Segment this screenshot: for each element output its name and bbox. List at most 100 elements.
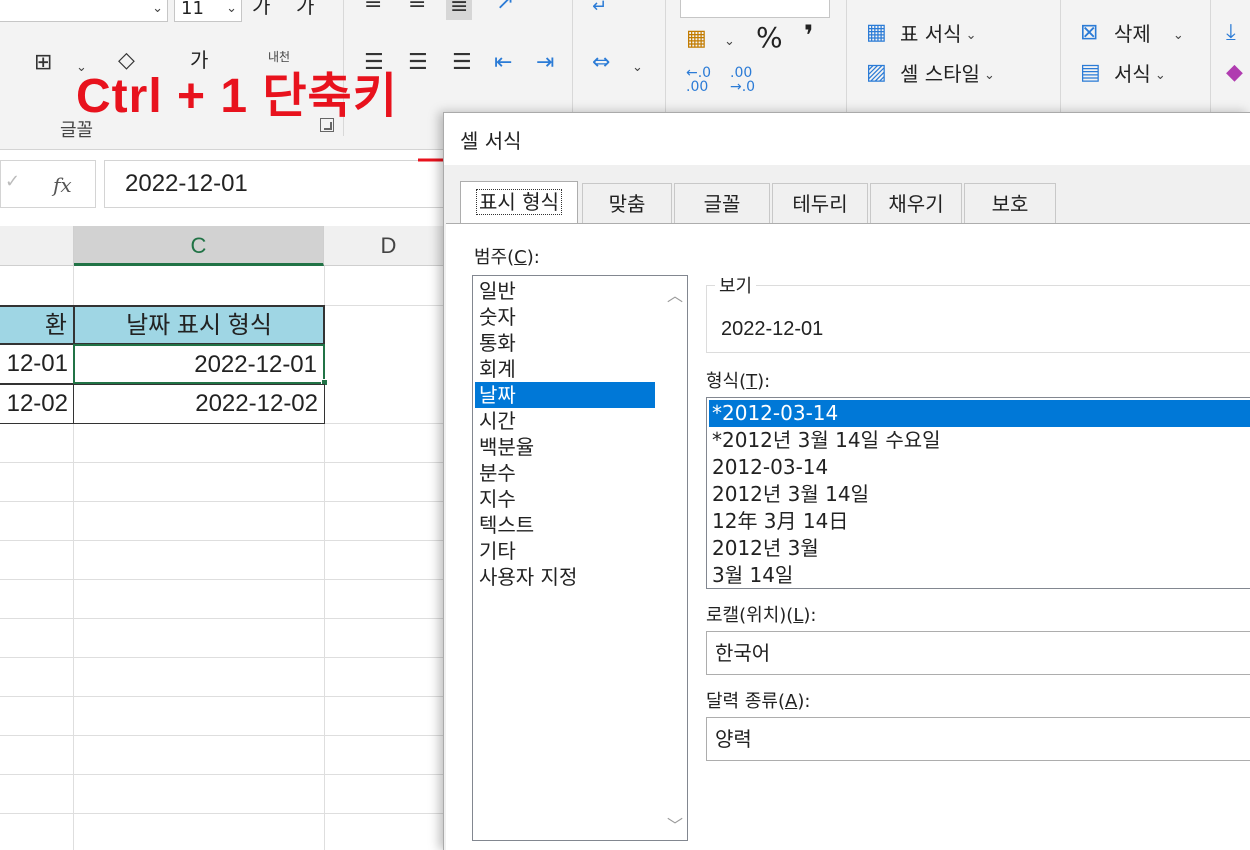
category-list[interactable]: 일반 숫자 통화 회계 날짜 시간 백분율 분수 지수 텍스트 기타 사용자 지… [472,275,688,841]
tab-label: 보호 [991,192,1029,216]
grid-line [0,657,445,658]
align-top-icon[interactable]: ≡ [364,0,382,14]
table-header-cell[interactable]: 환 [0,305,75,345]
tab-number[interactable]: 표시 형식 [460,181,578,225]
column-header-d[interactable]: D [324,226,445,266]
decrease-indent-icon[interactable]: ⇤ [494,52,512,74]
sum-icon[interactable]: ⤓ [1226,22,1236,44]
tab-alignment[interactable]: 맞춤 [582,183,672,225]
category-item-selected[interactable]: 날짜 [475,382,655,408]
category-item[interactable]: 숫자 [475,304,655,330]
selected-cell[interactable]: 2022-12-01 [73,344,325,384]
calendar-label-key: A [784,691,798,712]
align-center-icon[interactable]: ☰ [408,52,428,74]
accounting-format-icon[interactable]: ▦ [686,28,707,50]
format-item[interactable]: 2012년 3월 14일 [709,481,1250,508]
column-headers: C D [0,226,445,266]
dialog-titlebar[interactable]: 셀 서식 [444,113,1250,165]
cell-style-icon[interactable]: ▨ [866,62,887,84]
tab-border[interactable]: 테두리 [772,183,868,225]
category-item[interactable]: 사용자 지정 [475,564,655,590]
format-label-key: T [746,371,758,392]
grid-line [0,462,445,463]
format-as-table-label: 표 서식 [900,22,962,46]
tab-font[interactable]: 글꼴 [674,183,770,225]
category-item[interactable]: 지수 [475,486,655,512]
table-header-cell[interactable]: 날짜 표시 형식 [73,305,325,345]
table-cell[interactable]: 2022-12-02 [73,384,325,424]
tab-fill[interactable]: 채우기 [870,183,962,225]
border-icon[interactable]: ⊞ [34,52,52,74]
locale-label-text: 로캘(위치)( [706,605,794,626]
category-item[interactable]: 분수 [475,460,655,486]
format-item[interactable]: 2012년 3월 [709,535,1250,562]
tab-label: 표시 형식 [476,189,562,215]
column-header-c[interactable]: C [74,226,324,266]
font-name-box[interactable]: ⌄ [0,0,168,22]
column-header-b[interactable] [0,226,74,266]
preview-group: 보기 2022-12-01 [706,272,1250,353]
format-item[interactable]: *2012년 3월 14일 수요일 [709,427,1250,454]
font-size-box[interactable]: 11 ⌄ [174,0,242,22]
format-button[interactable]: 서식 ⌄ [1114,64,1166,84]
comma-style-button[interactable]: ❜ [804,22,814,50]
category-item[interactable]: 백분율 [475,434,655,460]
grid-line [0,813,445,814]
insert-function-icon[interactable]: fx [53,173,72,197]
table-format-icon[interactable]: ▦ [866,22,887,44]
category-item[interactable]: 일반 [475,278,655,304]
locale-select[interactable]: 한국어 [706,631,1250,675]
calendar-type-select[interactable]: 양력 [706,717,1250,761]
category-item[interactable]: 회계 [475,356,655,382]
format-item[interactable]: 3월 14일 [709,562,1250,589]
category-item[interactable]: 기타 [475,538,655,564]
align-bottom-icon[interactable]: ≡ [446,0,473,20]
chevron-down-icon[interactable]: ⌄ [632,60,643,75]
check-icon[interactable]: ✓ [5,171,20,192]
cell-styles-button[interactable]: 셀 스타일 ⌄ [900,64,995,84]
format-type-list[interactable]: *2012-03-14 *2012년 3월 14일 수요일 2012-03-14… [706,397,1250,589]
category-item[interactable]: 시간 [475,408,655,434]
font-grow-button[interactable]: 가 [252,0,270,16]
chevron-down-icon[interactable]: ﹀ [667,812,683,836]
format-type-label: 형식(T): [706,367,770,393]
percent-style-button[interactable]: % [756,24,783,52]
chevron-up-icon[interactable]: ︿ [667,282,683,306]
wrap-text-icon[interactable]: ↵ [592,0,607,16]
increase-indent-icon[interactable]: ⇥ [536,52,554,74]
format-item[interactable]: 12年 3月 14日 [709,508,1250,535]
calendar-label-end: ): [797,691,811,712]
spreadsheet-grid[interactable]: C D 환 날짜 표시 형식 12-01 2022-12-01 12-02 20… [0,226,445,850]
decrease-decimal-icon[interactable]: .00 →.0 [730,66,755,94]
table-cell[interactable]: 12-02 [0,384,75,424]
merge-center-icon[interactable]: ⇔ [592,52,610,74]
chevron-down-icon: ⌄ [226,1,237,16]
format-cells-icon[interactable]: ▤ [1080,62,1101,84]
chevron-down-icon: ⌄ [152,1,163,16]
increase-decimal-icon[interactable]: ←.0.00 [686,66,711,94]
delete-button[interactable]: 삭제 ⌄ [1114,24,1184,44]
locale-label-end: ): [803,605,817,626]
grid-line [0,501,445,502]
category-label-key: C [514,247,527,268]
calendar-label-text: 달력 종류( [706,691,785,712]
chevron-down-icon[interactable]: ⌄ [724,34,735,49]
category-item[interactable]: 통화 [475,330,655,356]
format-as-table-button[interactable]: 표 서식 ⌄ [900,24,976,44]
tab-protection[interactable]: 보호 [964,183,1056,225]
number-format-box[interactable] [680,0,830,18]
format-item-selected[interactable]: *2012-03-14 [709,400,1250,427]
category-item[interactable]: 텍스트 [475,512,655,538]
dialog-title: 셀 서식 [460,129,522,153]
grid-line [0,579,445,580]
font-shrink-button[interactable]: 가 [296,0,314,16]
table-cell[interactable]: 12-01 [0,344,75,384]
category-label-end: ): [526,247,540,268]
delete-cells-icon[interactable]: ⊠ [1080,22,1098,44]
format-item[interactable]: 2012-03-14 [709,454,1250,481]
align-middle-icon[interactable]: ≡ [408,0,426,14]
align-right-icon[interactable]: ☰ [452,52,472,74]
clear-icon[interactable]: ◆ [1226,62,1243,84]
category-label: 범주(C): [474,243,540,269]
orientation-icon[interactable]: ↗ [496,0,514,14]
